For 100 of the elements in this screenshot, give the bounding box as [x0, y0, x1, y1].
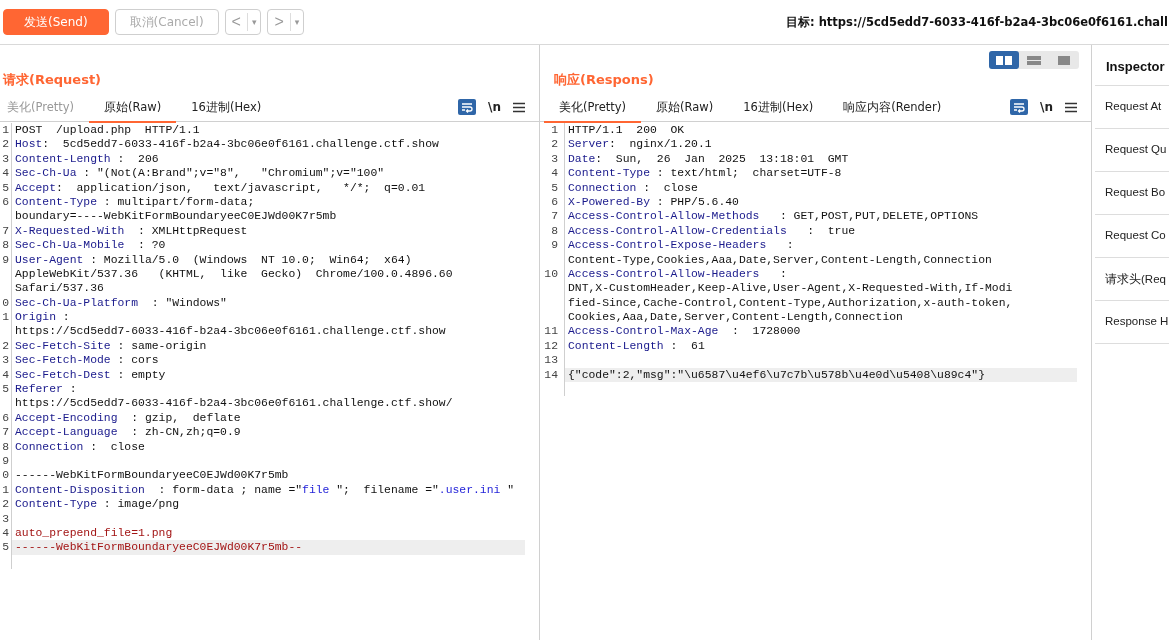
- code-line: boundary=----WebKitFormBoundaryeeC0EJWd00K7r5mb: [14, 209, 338, 224]
- code-line: Content-Disposition : form-data ; name ="file "; filename =".user.ini ": [14, 482, 515, 498]
- line-number: 8: [0, 439, 12, 454]
- line-number: 13: [540, 353, 565, 368]
- tab[interactable]: 响应内容(Render): [828, 93, 957, 123]
- code-line: Access-Control-Allow-Methods : GET,POST,PUT,DELETE,OPTIONS: [567, 209, 980, 224]
- line-number: 2: [540, 137, 565, 152]
- line-number: 3: [0, 353, 12, 368]
- inspector-section[interactable]: Request Co: [1095, 215, 1169, 258]
- line-number: 2: [0, 338, 12, 354]
- line-number: 0: [0, 468, 12, 483]
- line-number: 4: [540, 166, 565, 181]
- panel-title: 响应(Respons): [554, 71, 654, 89]
- line-number: 9: [0, 252, 12, 267]
- line-number: 12: [540, 338, 565, 354]
- line-number: 5: [0, 180, 12, 195]
- line-number: 0: [0, 295, 12, 311]
- code-line: Origin :: [14, 310, 71, 325]
- line-number: 9: [540, 238, 565, 253]
- code-line: Sec-Ch-Ua : "(Not(A:Brand";v="8", "Chromium";v="100": [14, 166, 386, 181]
- tab[interactable]: 美化(Pretty): [544, 93, 642, 123]
- menu-icon[interactable]: [513, 101, 525, 113]
- code-line: Accept-Language : zh-CN,zh;q=0.9: [14, 425, 242, 440]
- target-url: 目标: https://5cd5edd7-6033-416f-b2a4-3bc06e0f6161.chall: [786, 14, 1168, 30]
- code-line: Server: nginx/1.20.1: [567, 137, 713, 152]
- code-line: Access-Control-Allow-Credentials : true: [567, 223, 857, 239]
- line-number: 4: [0, 166, 12, 181]
- code-line: Sec-Fetch-Dest : empty: [14, 367, 167, 383]
- inspector-title: Inspector: [1095, 45, 1169, 86]
- inspector-section[interactable]: Request At: [1095, 86, 1169, 129]
- line-number: 9: [0, 454, 12, 469]
- line-number: 8: [0, 238, 12, 253]
- code-line: Cookies,Aaa,Date,Server,Content-Length,Connection: [567, 310, 904, 325]
- tab[interactable]: 原始(Raw): [89, 93, 177, 123]
- line-number: 7: [0, 223, 12, 239]
- line-number: 3: [0, 151, 12, 167]
- line-number: 1: [0, 482, 12, 498]
- line-number: 4: [0, 525, 12, 541]
- code-line: Sec-Fetch-Mode : cors: [14, 353, 160, 368]
- code-line: fied-Since,Cache-Control,Content-Type,Authorization,x-auth-token,: [567, 295, 1014, 311]
- code-line: Content-Type,Cookies,Aaa,Date,Server,Content-Length,Connection: [567, 252, 993, 267]
- code-line: auto_prepend_file=1.png: [14, 525, 174, 541]
- code-line: Accept-Encoding : gzip, deflate: [14, 410, 242, 426]
- code-line: Safari/537.36: [14, 281, 105, 296]
- line-number: 11: [540, 324, 565, 339]
- tab[interactable]: 原始(Raw): [641, 93, 729, 123]
- code-line: https://5cd5edd7-6033-416f-b2a4-3bc06e0f6161.challenge.ctf.show/: [14, 396, 454, 411]
- code-line: Connection : close: [567, 180, 699, 195]
- line-number: 2: [0, 137, 12, 152]
- line-number: 10: [540, 266, 565, 282]
- tab[interactable]: 16进制(Hex): [176, 93, 277, 123]
- line-number: 1: [0, 310, 12, 325]
- menu-icon[interactable]: [1065, 101, 1077, 113]
- code-line: AppleWebKit/537.36 (KHTML, like Gecko) Chrome/100.0.4896.60: [14, 266, 454, 282]
- panel-title: 请求(Request): [3, 71, 102, 89]
- inspector-section[interactable]: Request Qu: [1095, 129, 1169, 172]
- code-line: Accept: application/json, text/javascript, */*; q=0.01: [14, 180, 427, 195]
- split-columns-icon: [996, 55, 1012, 65]
- line-number: 5: [0, 382, 12, 397]
- code-line: Content-Type : image/png: [14, 497, 181, 512]
- code-line: Content-Length : 206: [14, 151, 160, 167]
- layout-mode-button[interactable]: [989, 51, 1019, 69]
- line-number: 8: [540, 223, 565, 239]
- code-line: Content-Type : multipart/form-data;: [14, 194, 256, 210]
- line-number: 3: [540, 151, 565, 167]
- newline-toggle[interactable]: \n: [488, 100, 501, 114]
- split-rows-icon: [1026, 55, 1042, 65]
- code-line: Date: Sun, 26 Jan 2025 13:18:01 GMT: [567, 151, 850, 167]
- code-line: Connection : close: [14, 439, 146, 454]
- line-number: 1: [0, 123, 12, 138]
- code-line: DNT,X-CustomHeader,Keep-Alive,User-Agent,X-Requested-With,If-Modi: [567, 281, 1014, 296]
- line-number: 6: [540, 194, 565, 210]
- code-line: X-Requested-With : XMLHttpRequest: [14, 223, 249, 239]
- code-line: Content-Length : 61: [567, 338, 706, 354]
- line-number: 2: [0, 497, 12, 512]
- newline-toggle[interactable]: \n: [1040, 100, 1053, 114]
- code-line: Host: 5cd5edd7-6033-416f-b2a4-3bc06e0f6161.challenge.ctf.show: [14, 137, 440, 152]
- line-number: 7: [540, 209, 565, 224]
- tab[interactable]: 16进制(Hex): [728, 93, 829, 123]
- code-line: HTTP/1.1 200 OK: [567, 123, 686, 138]
- line-number: 4: [0, 367, 12, 383]
- line-number: 1: [540, 123, 565, 138]
- inspector-section[interactable]: Request Bo: [1095, 172, 1169, 215]
- inspector-section[interactable]: Response H: [1095, 301, 1169, 344]
- code-line: Access-Control-Expose-Headers :: [567, 238, 795, 253]
- code-line: Sec-Fetch-Site : same-origin: [14, 338, 208, 354]
- wrap-text-icon[interactable]: [1010, 99, 1029, 115]
- wrap-text-icon[interactable]: [458, 99, 477, 115]
- inspector-section[interactable]: 请求头(Req: [1095, 258, 1169, 301]
- code-line: ------WebKitFormBoundaryeeC0EJWd00K7r5mb: [14, 468, 290, 483]
- code-line: Referer :: [14, 382, 78, 397]
- code-line: User-Agent : Mozilla/5.0 (Windows NT 10.0; Win64; x64): [14, 252, 413, 267]
- code-line: Access-Control-Max-Age : 1728000: [567, 324, 802, 339]
- line-number: 3: [0, 511, 12, 526]
- code-line: Sec-Ch-Ua-Platform : "Windows": [14, 295, 228, 311]
- code-line: https://5cd5edd7-6033-416f-b2a4-3bc06e0f6161.challenge.ctf.show: [14, 324, 447, 339]
- line-number: 7: [0, 425, 12, 440]
- single-pane-icon: [1056, 55, 1072, 65]
- line-number: 5: [540, 180, 565, 195]
- code-line: Access-Control-Allow-Headers :: [567, 266, 788, 282]
